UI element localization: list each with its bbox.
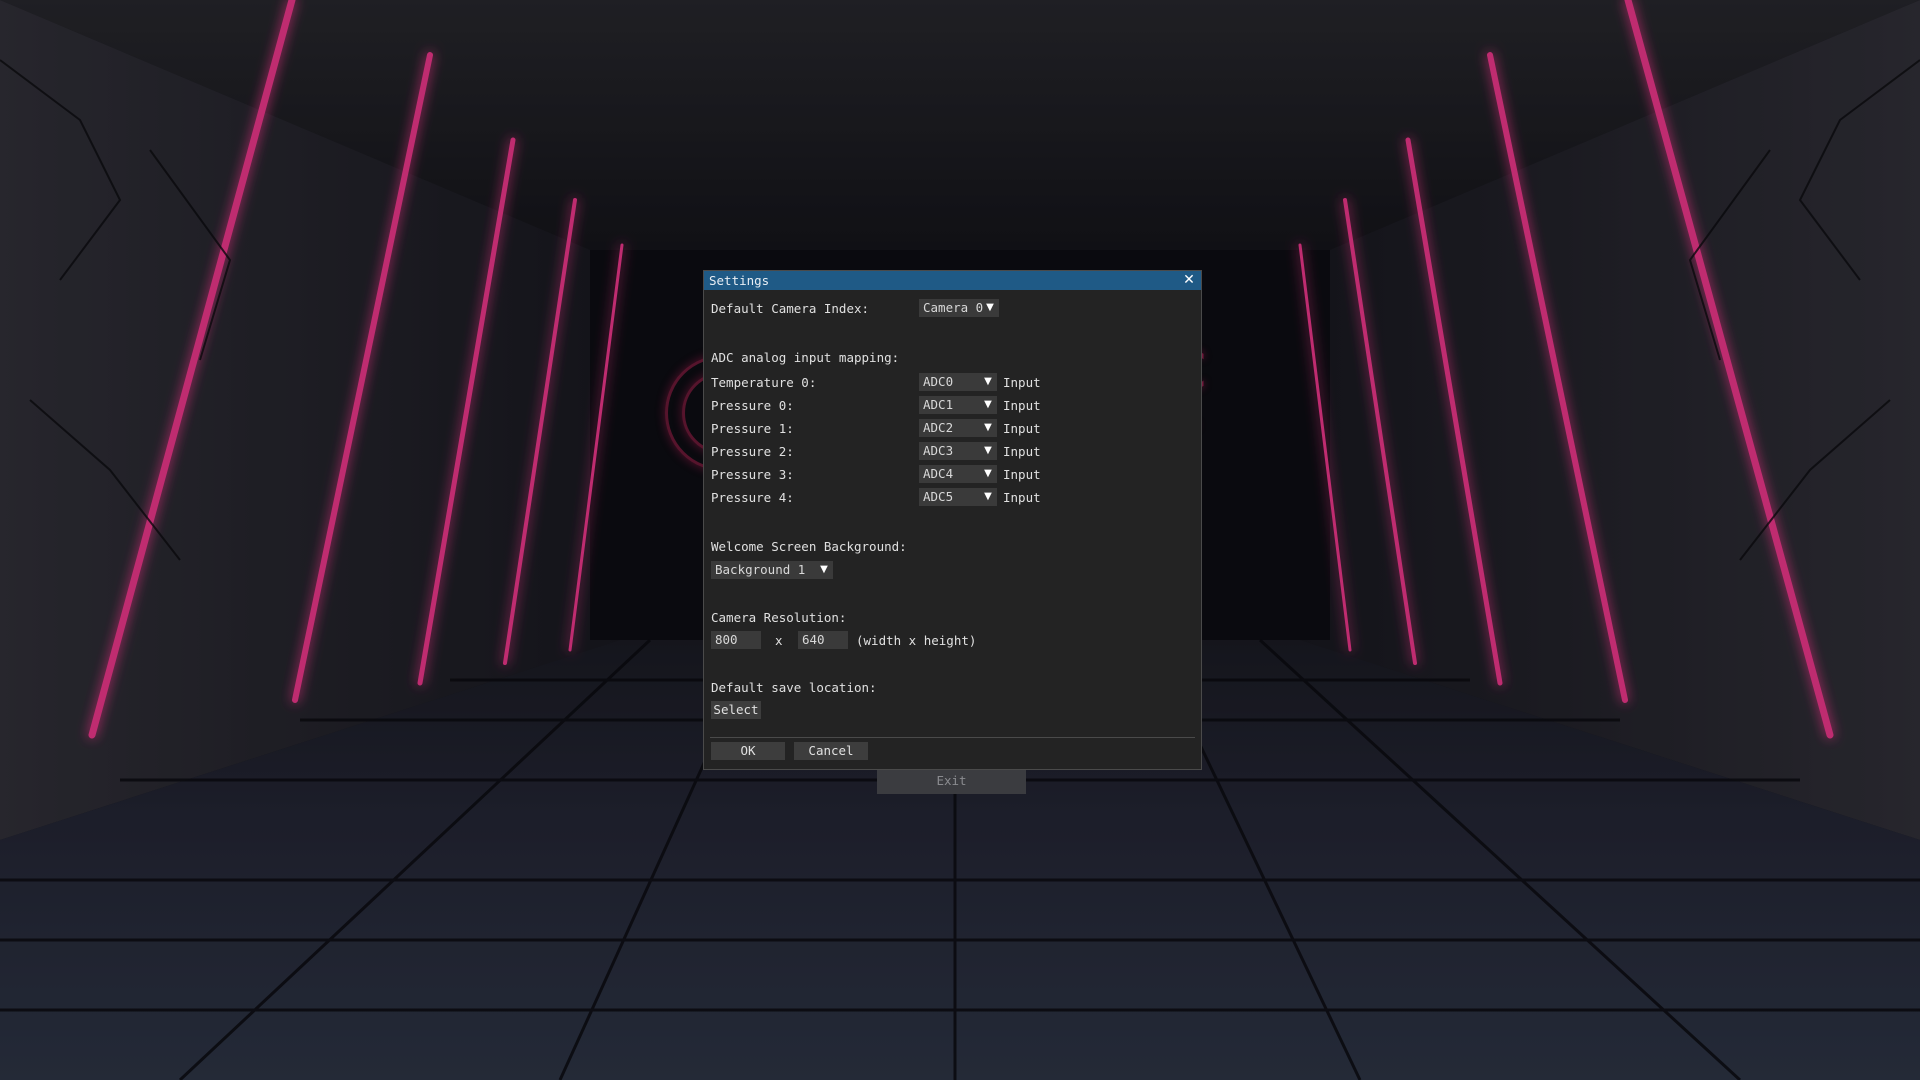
- camera-index-label: Default Camera Index:: [711, 301, 870, 316]
- close-icon[interactable]: ✕: [1182, 271, 1196, 290]
- ok-button[interactable]: OK: [711, 742, 785, 760]
- resolution-separator: x: [775, 633, 783, 648]
- adc-row-suffix: Input: [1003, 467, 1041, 482]
- resolution-height-input[interactable]: 640: [798, 631, 848, 649]
- adc-dropdown-value: ADC1: [923, 397, 954, 412]
- adc-dropdown-pressure-3[interactable]: ADC4 ▼: [919, 465, 997, 483]
- dropdown-arrow-icon: ▼: [984, 491, 992, 502]
- dropdown-arrow-icon: ▼: [984, 399, 992, 410]
- dropdown-arrow-icon: ▼: [984, 445, 992, 456]
- adc-row-label-pressure-4: Pressure 4:: [711, 490, 794, 505]
- adc-dropdown-value: ADC0: [923, 374, 954, 389]
- adc-row-label-pressure-0: Pressure 0:: [711, 398, 794, 413]
- adc-row-suffix: Input: [1003, 375, 1041, 390]
- dropdown-arrow-icon: ▼: [984, 468, 992, 479]
- adc-row-label-pressure-1: Pressure 1:: [711, 421, 794, 436]
- adc-row-label-temperature-0: Temperature 0:: [711, 375, 817, 390]
- dialog-titlebar[interactable]: Settings ✕: [704, 271, 1201, 290]
- footer-divider: [710, 737, 1195, 738]
- dialog-title: Settings: [709, 273, 770, 288]
- background-heading: Welcome Screen Background:: [711, 539, 907, 554]
- adc-row-suffix: Input: [1003, 421, 1041, 436]
- settings-dialog: Settings ✕ Default Camera Index: Camera …: [703, 270, 1202, 770]
- adc-row-label-pressure-3: Pressure 3:: [711, 467, 794, 482]
- adc-row-label-pressure-2: Pressure 2:: [711, 444, 794, 459]
- resolution-width-input[interactable]: 800: [711, 631, 761, 649]
- dropdown-arrow-icon: ▼: [820, 564, 828, 575]
- adc-heading: ADC analog input mapping:: [711, 350, 900, 365]
- save-location-heading: Default save location:: [711, 680, 877, 695]
- adc-row-suffix: Input: [1003, 398, 1041, 413]
- background-dropdown[interactable]: Background 1 ▼: [711, 561, 833, 579]
- cancel-button[interactable]: Cancel: [794, 742, 868, 760]
- resolution-hint: (width x height): [856, 633, 977, 648]
- resolution-heading: Camera Resolution:: [711, 610, 847, 625]
- adc-dropdown-value: ADC5: [923, 489, 954, 504]
- dropdown-arrow-icon: ▼: [984, 376, 992, 387]
- adc-dropdown-pressure-4[interactable]: ADC5 ▼: [919, 488, 997, 506]
- camera-index-dropdown[interactable]: Camera 0 ▼: [919, 299, 999, 317]
- dropdown-arrow-icon: ▼: [986, 302, 994, 313]
- background-dropdown-value: Background 1: [715, 562, 806, 577]
- exit-button[interactable]: Exit: [877, 767, 1026, 794]
- dropdown-arrow-icon: ▼: [984, 422, 992, 433]
- adc-row-suffix: Input: [1003, 444, 1041, 459]
- adc-dropdown-pressure-0[interactable]: ADC1 ▼: [919, 396, 997, 414]
- adc-dropdown-value: ADC2: [923, 420, 954, 435]
- adc-dropdown-pressure-1[interactable]: ADC2 ▼: [919, 419, 997, 437]
- camera-index-value: Camera 0: [923, 300, 984, 315]
- adc-dropdown-pressure-2[interactable]: ADC3 ▼: [919, 442, 997, 460]
- adc-dropdown-value: ADC4: [923, 466, 954, 481]
- adc-dropdown-value: ADC3: [923, 443, 954, 458]
- adc-row-suffix: Input: [1003, 490, 1041, 505]
- adc-dropdown-temperature-0[interactable]: ADC0 ▼: [919, 373, 997, 391]
- select-save-location-button[interactable]: Select: [711, 701, 761, 719]
